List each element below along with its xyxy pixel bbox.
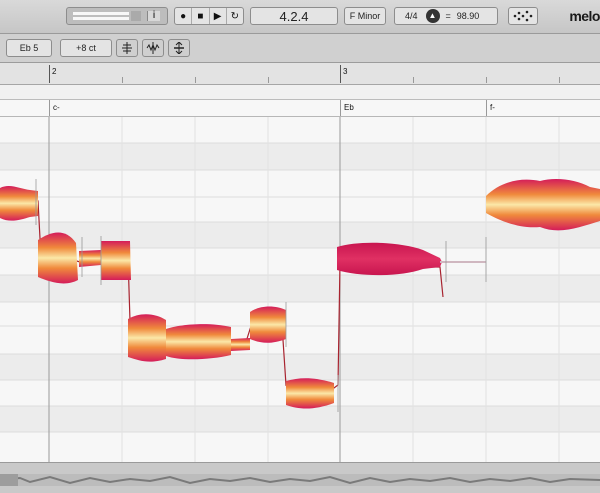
note-blob[interactable] (100, 236, 131, 285)
pitch-drift-icon (174, 42, 184, 54)
chord-label[interactable]: f- (490, 103, 495, 112)
note-name-field[interactable]: Eb 5 (6, 39, 52, 57)
key-display[interactable]: F Minor (344, 7, 386, 25)
overview-waveform[interactable] (0, 474, 600, 486)
note-editor-grid[interactable] (0, 117, 600, 462)
app-logo: melo (569, 8, 600, 24)
metronome-icon[interactable]: ▲ (425, 9, 440, 23)
bar-number: 2 (52, 67, 57, 76)
beat-tick (559, 77, 560, 83)
notes-scatter-icon (513, 10, 533, 22)
beat-tick (195, 77, 196, 83)
info-toggle-button[interactable]: ⅰ (147, 11, 160, 21)
note-assignment-button[interactable] (508, 7, 538, 25)
cents-offset-field[interactable]: +8 ct (60, 39, 112, 57)
main-toolbar: ⅰ ● ■ ▶ ↻ 4.2.4 F Minor 4/4 ▲ = 98.90 me… (0, 0, 600, 34)
loop-button[interactable]: ↻ (227, 8, 243, 24)
beat-tick (122, 77, 123, 83)
note-blob[interactable] (128, 314, 166, 362)
pitch-modulation-icon (146, 42, 160, 54)
chord-label[interactable]: c- (53, 103, 60, 112)
note-info-toolbar: Eb 5 +8 ct (0, 34, 600, 63)
bar-number: 3 (343, 67, 348, 76)
bar-marker (340, 65, 341, 83)
time-signature: 4/4 (405, 11, 418, 21)
note-blob[interactable] (231, 338, 250, 351)
beat-tick (413, 77, 414, 83)
chord-separator (486, 100, 487, 116)
play-button[interactable]: ▶ (210, 8, 227, 24)
beat-tick (268, 77, 269, 83)
bar-marker (49, 65, 50, 83)
pitch-center-icon (122, 42, 132, 54)
volume-level-control[interactable]: ⅰ (66, 7, 168, 25)
record-button[interactable]: ● (175, 8, 193, 24)
equals-sign: = (445, 11, 451, 21)
chord-label[interactable]: Eb (344, 103, 354, 112)
timeline-ruler[interactable]: 2 3 (0, 63, 600, 85)
chord-separator (49, 100, 50, 116)
level-meter-bar (73, 17, 129, 20)
note-blob[interactable] (166, 324, 231, 360)
level-meter-bar (73, 12, 129, 15)
beat-tick (486, 77, 487, 83)
level-slider-handle[interactable] (131, 11, 141, 21)
stop-button[interactable]: ■ (192, 8, 210, 24)
pitch-rows (0, 117, 600, 462)
marker-lane[interactable] (0, 85, 600, 100)
pitch-center-button[interactable] (116, 39, 138, 57)
transport-controls: ● ■ ▶ ↻ (174, 7, 244, 25)
chord-track[interactable]: c- Eb f- (0, 100, 600, 117)
pitch-drift-button[interactable] (168, 39, 190, 57)
note-blob[interactable] (38, 232, 78, 284)
tempo-display[interactable]: 4/4 ▲ = 98.90 (394, 7, 498, 25)
chord-separator (340, 100, 341, 116)
position-display[interactable]: 4.2.4 (250, 7, 338, 25)
pitch-modulation-button[interactable] (142, 39, 164, 57)
tempo-value: 98.90 (456, 11, 480, 21)
